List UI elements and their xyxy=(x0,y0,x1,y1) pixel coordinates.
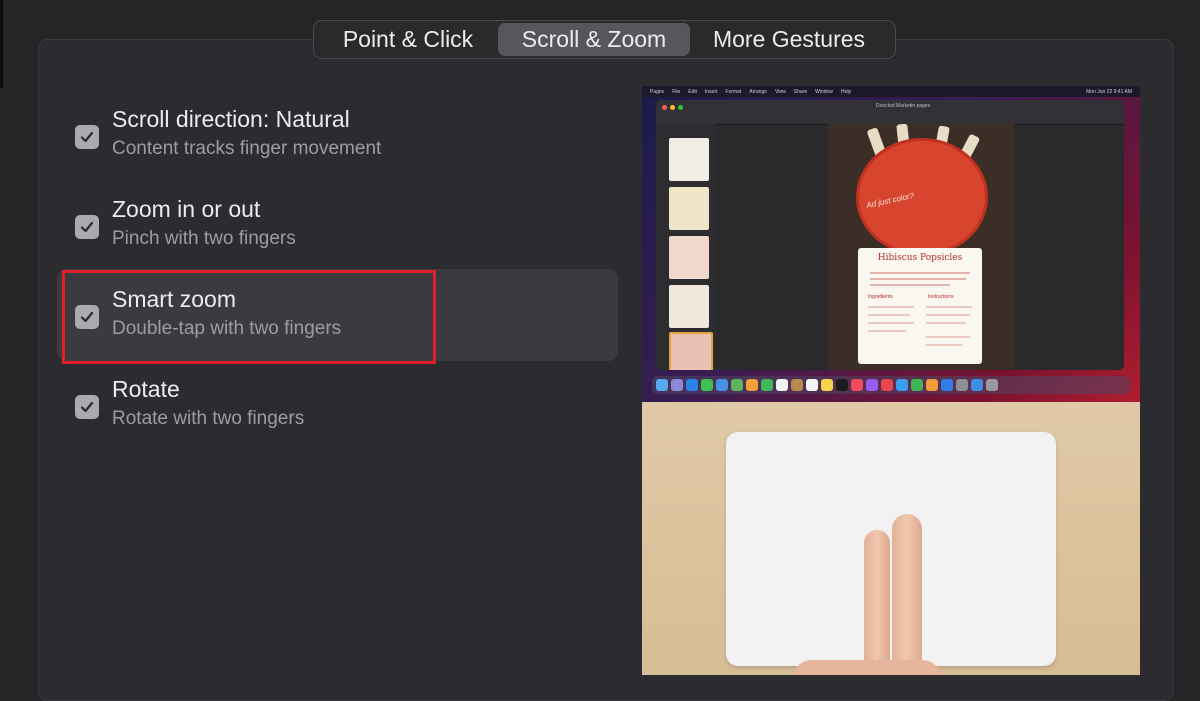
window-controls xyxy=(662,105,683,110)
preview-window-title: Directed Marketin pages xyxy=(876,103,931,109)
tab-more-gestures[interactable]: More Gestures xyxy=(690,23,888,56)
facetime-icon xyxy=(761,379,773,391)
option-rotate[interactable]: Rotate Rotate with two fingers xyxy=(57,359,618,451)
gesture-preview-video: Pages File Edit Insert Format Arrange Vi… xyxy=(642,86,1140,675)
preview-clock: Mon Jun 22 9:41 AM xyxy=(1086,88,1132,95)
zoom-in-out-checkbox[interactable] xyxy=(75,215,99,239)
card-section-title: Ingredients xyxy=(868,294,893,300)
checkmark-icon xyxy=(80,401,94,413)
window-edge xyxy=(0,0,3,88)
text-line xyxy=(926,322,966,324)
text-line xyxy=(868,330,906,332)
option-subtitle: Rotate with two fingers xyxy=(112,408,305,429)
preview-menu-item: View xyxy=(775,88,786,95)
page-thumbnails xyxy=(656,124,716,370)
card-section-title: Instructions xyxy=(928,294,954,300)
page-thumbnail xyxy=(669,236,709,279)
option-scroll-direction[interactable]: Scroll direction: Natural Content tracks… xyxy=(57,89,618,181)
reminders-icon xyxy=(806,379,818,391)
preview-menu-item: Edit xyxy=(688,88,697,95)
close-dot-icon xyxy=(662,105,667,110)
rotate-checkbox[interactable] xyxy=(75,395,99,419)
desk-surface xyxy=(642,402,1140,675)
preview-pages-window: Directed Marketin pages Ad just color? H… xyxy=(656,100,1124,370)
preview-screen: Pages File Edit Insert Format Arrange Vi… xyxy=(642,86,1140,402)
option-title: Zoom in or out xyxy=(112,196,261,222)
checkmark-icon xyxy=(80,221,94,233)
maps-icon xyxy=(731,379,743,391)
checkmark-icon xyxy=(80,131,94,143)
messages-icon xyxy=(701,379,713,391)
preview-menu-item: Window xyxy=(815,88,833,95)
option-subtitle: Pinch with two fingers xyxy=(112,228,296,249)
tv-icon xyxy=(836,379,848,391)
preview-menu-item: File xyxy=(672,88,681,95)
text-line xyxy=(868,314,910,316)
downloads-folder-icon xyxy=(971,379,983,391)
preview-dock xyxy=(652,376,1130,394)
keynote-icon xyxy=(896,379,908,391)
pages-icon xyxy=(926,379,938,391)
minimize-dot-icon xyxy=(670,105,675,110)
text-line xyxy=(926,306,972,308)
notes-icon xyxy=(821,379,833,391)
safari-icon xyxy=(686,379,698,391)
mail-icon xyxy=(716,379,728,391)
option-title: Smart zoom xyxy=(112,286,236,312)
app-store-icon xyxy=(941,379,953,391)
option-title: Rotate xyxy=(112,376,180,402)
preview-menu-item: Pages xyxy=(650,88,665,95)
podcasts-icon xyxy=(866,379,878,391)
text-line xyxy=(870,278,966,280)
text-line xyxy=(926,344,962,346)
option-subtitle: Content tracks finger movement xyxy=(112,138,382,159)
zoom-dot-icon xyxy=(678,105,683,110)
preview-menu-item: Arrange xyxy=(749,88,768,95)
hand xyxy=(792,660,942,675)
option-smart-zoom[interactable]: Smart zoom Double-tap with two fingers xyxy=(57,269,618,361)
trackpad xyxy=(726,432,1056,666)
preview-menu-item: Share xyxy=(793,88,808,95)
system-preferences-icon xyxy=(956,379,968,391)
scroll-direction-checkbox[interactable] xyxy=(75,125,99,149)
checkmark-icon xyxy=(80,311,94,323)
tab-bar: Point & Click Scroll & Zoom More Gesture… xyxy=(313,20,896,59)
contacts-icon xyxy=(791,379,803,391)
finger-index xyxy=(864,530,890,675)
finder-icon xyxy=(656,379,668,391)
calendar-icon xyxy=(776,379,788,391)
preview-document: Ad just color? Hibiscus Popsicles Ingred… xyxy=(828,124,1014,370)
smart-zoom-checkbox[interactable] xyxy=(75,305,99,329)
option-subtitle: Double-tap with two fingers xyxy=(112,318,342,339)
page-thumbnail xyxy=(669,285,709,328)
tab-point-click[interactable]: Point & Click xyxy=(318,23,498,56)
preview-menubar: Pages File Edit Insert Format Arrange Vi… xyxy=(642,86,1140,97)
preview-menu-item: Help xyxy=(840,88,852,95)
photos-icon xyxy=(746,379,758,391)
tab-scroll-zoom[interactable]: Scroll & Zoom xyxy=(498,23,690,56)
option-zoom-in-out[interactable]: Zoom in or out Pinch with two fingers xyxy=(57,179,618,271)
text-line xyxy=(870,284,950,286)
option-title: Scroll direction: Natural xyxy=(112,106,350,132)
text-line xyxy=(870,272,970,274)
news-icon xyxy=(881,379,893,391)
text-line xyxy=(868,322,914,324)
page-thumbnail xyxy=(669,138,709,181)
page-thumbnail xyxy=(669,187,709,230)
numbers-icon xyxy=(911,379,923,391)
recipe-title: Hibiscus Popsicles xyxy=(877,253,963,263)
recipe-card: Hibiscus Popsicles Ingredients Instructi… xyxy=(858,248,982,364)
popsicle-bowl xyxy=(856,138,988,256)
preview-menu-item: Format xyxy=(725,88,742,95)
preview-window-toolbar: Directed Marketin pages xyxy=(656,100,1124,125)
text-line xyxy=(868,306,914,308)
finger-middle xyxy=(892,514,922,675)
text-line xyxy=(926,336,970,338)
page-thumbnail-active xyxy=(669,332,713,370)
text-line xyxy=(926,314,970,316)
music-icon xyxy=(851,379,863,391)
launchpad-icon xyxy=(671,379,683,391)
preview-menu-item: Insert xyxy=(704,88,718,95)
trash-icon xyxy=(986,379,998,391)
